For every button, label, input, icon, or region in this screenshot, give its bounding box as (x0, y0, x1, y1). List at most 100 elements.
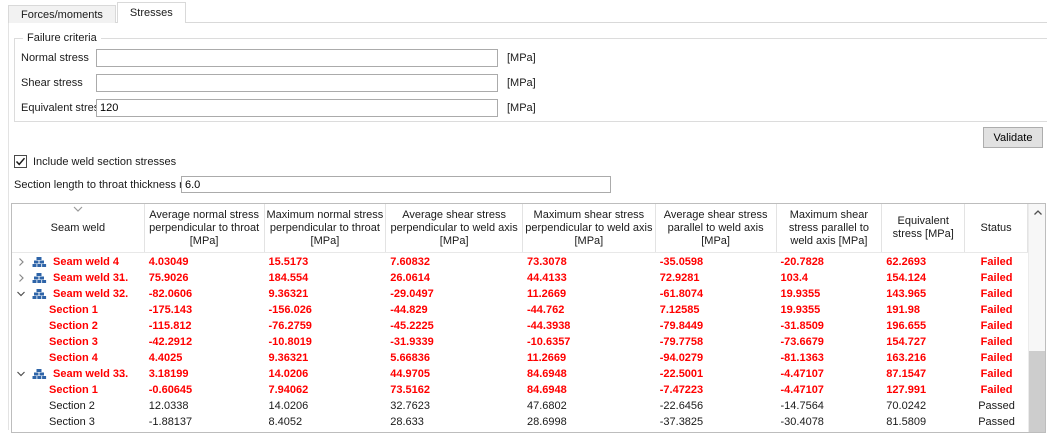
weld-icon (32, 368, 47, 380)
tab-page-left-border (8, 22, 9, 430)
table-row[interactable]: Section 212.033814.020632.762347.6802-22… (12, 398, 1028, 414)
value-cell: 47.6802 (523, 398, 656, 414)
value-cell: -61.8074 (656, 286, 777, 302)
value-cell: -22.5001 (656, 366, 777, 382)
value-cell: -115.812 (145, 318, 265, 334)
value-cell: 44.9705 (386, 366, 523, 382)
seam-weld-cell: Section 1 (12, 382, 145, 398)
scrollbar-thumb[interactable] (1029, 351, 1046, 433)
value-cell: 26.0614 (386, 270, 523, 286)
value-cell: 62.2693 (882, 254, 965, 270)
table-row[interactable]: Section 3-1.881378.405228.63328.6998-37.… (12, 414, 1028, 430)
table-row[interactable]: Section 44.40259.363215.6683611.2669-94.… (12, 350, 1028, 366)
value-cell: 143.965 (882, 286, 965, 302)
equivalent-stress-label: Equivalent stress (21, 102, 105, 114)
truncation-ellipsis: ... (119, 272, 128, 284)
value-cell: -10.8019 (265, 334, 387, 350)
value-cell: 127.991 (882, 382, 965, 398)
value-cell: -1.88137 (145, 414, 265, 430)
column-header-avg-shear-par[interactable]: Average shear stress parallel to weld ax… (656, 204, 777, 252)
normal-stress-unit: [MPa] (507, 52, 536, 64)
value-cell: -7.47223 (656, 382, 777, 398)
value-cell: 11.2669 (523, 350, 656, 366)
seam-weld-cell: Section 3 (12, 414, 145, 430)
scroll-up-button[interactable] (1029, 204, 1046, 221)
table-body: Seam weld 44.0304915.51737.6083273.3078-… (12, 254, 1028, 433)
expand-chevron-icon[interactable] (16, 257, 26, 267)
table-row[interactable]: Section 2-115.812-76.2759-45.2225-44.393… (12, 318, 1028, 334)
table-row[interactable]: Section 1-175.143-156.026-44.829-44.7627… (12, 302, 1028, 318)
include-weld-section-stresses-label: Include weld section stresses (33, 156, 176, 168)
value-cell: -10.6357 (523, 334, 656, 350)
value-cell: -175.143 (145, 302, 265, 318)
table-row[interactable]: Seam weld 31...75.9026184.55426.061444.4… (12, 270, 1028, 286)
value-cell: -22.6456 (656, 398, 777, 414)
row-label: Section 2 (49, 320, 98, 332)
table-row[interactable]: Seam weld 33...3.1819914.020644.970584.6… (12, 366, 1028, 382)
expand-chevron-icon[interactable] (16, 289, 26, 299)
equivalent-stress-input[interactable] (96, 99, 498, 117)
tab-bar: Forces/moments Stresses (8, 2, 187, 23)
column-header-max-normal[interactable]: Maximum normal stress perpendicular to t… (265, 204, 387, 252)
validate-button[interactable]: Validate (983, 127, 1043, 148)
value-cell: 163.216 (882, 350, 965, 366)
tab-stresses[interactable]: Stresses (117, 2, 186, 23)
table-row[interactable]: Section 1-0.606457.9406273.516284.6948-7… (12, 382, 1028, 398)
seam-weld-cell: Section 4 (12, 350, 145, 366)
value-cell: -35.0598 (656, 254, 777, 270)
table-row[interactable]: Section 3-42.2912-10.8019-31.9339-10.635… (12, 334, 1028, 350)
include-weld-section-stresses-row: Include weld section stresses (14, 154, 176, 169)
tab-forces-moments[interactable]: Forces/moments (8, 5, 116, 23)
value-cell: -44.829 (386, 302, 523, 318)
column-header-seam-weld[interactable]: Seam weld (12, 204, 145, 252)
value-cell: -79.8449 (656, 318, 777, 334)
truncation-ellipsis: ... (119, 368, 128, 380)
row-label: Section 3 (49, 336, 98, 348)
expand-chevron-icon[interactable] (16, 273, 26, 283)
checkmark-icon (15, 156, 26, 167)
column-header-avg-normal[interactable]: Average normal stress perpendicular to t… (145, 204, 265, 252)
value-cell: -30.4078 (777, 414, 883, 430)
value-cell: 19.9355 (777, 302, 883, 318)
seam-weld-cell: Seam weld 4 (12, 254, 145, 270)
value-cell: -156.026 (265, 302, 387, 318)
value-cell: -4.47107 (777, 382, 883, 398)
column-header-avg-shear-perp[interactable]: Average shear stress perpendicular to we… (386, 204, 523, 252)
value-cell: 73.5162 (386, 382, 523, 398)
value-cell: 28.6998 (523, 414, 656, 430)
vertical-scrollbar[interactable] (1028, 204, 1045, 432)
row-label: Section 1 (49, 384, 98, 396)
table-row[interactable]: Seam weld 44.0304915.51737.6083273.3078-… (12, 254, 1028, 270)
column-header-max-shear-perp[interactable]: Maximum shear stress perpendicular to we… (523, 204, 656, 252)
value-cell: 11.2669 (523, 286, 656, 302)
value-cell: -0.60645 (145, 382, 265, 398)
value-cell: 7.60832 (386, 254, 523, 270)
value-cell: 154.727 (882, 334, 965, 350)
table-row[interactable]: Seam weld 32...-82.06069.36321-29.049711… (12, 286, 1028, 302)
value-cell: 154.124 (882, 270, 965, 286)
value-cell: 5.66836 (386, 350, 523, 366)
row-label: Seam weld 4 (53, 256, 119, 268)
column-header-status[interactable]: Status (965, 204, 1028, 252)
normal-stress-input[interactable] (96, 49, 498, 67)
value-cell: 9.36321 (265, 350, 387, 366)
value-cell: 44.4133 (523, 270, 656, 286)
include-weld-section-stresses-checkbox[interactable] (14, 155, 27, 168)
value-cell: -79.7758 (656, 334, 777, 350)
expand-chevron-icon[interactable] (16, 369, 26, 379)
ratio-input[interactable] (181, 176, 611, 193)
shear-stress-input[interactable] (96, 74, 498, 92)
column-header-equivalent[interactable]: Equivalent stress [MPa] (882, 204, 965, 252)
value-cell: -44.762 (523, 302, 656, 318)
column-header-max-shear-par[interactable]: Maximum shear stress parallel to weld ax… (777, 204, 883, 252)
value-cell: -4.47107 (777, 366, 883, 382)
value-cell: -29.0497 (386, 286, 523, 302)
value-cell: -44.3938 (523, 318, 656, 334)
value-cell: 14.0206 (265, 366, 387, 382)
value-cell: 32.7623 (386, 398, 523, 414)
value-cell: 191.98 (882, 302, 965, 318)
weld-icon (32, 256, 47, 268)
row-label: Seam weld 33 (53, 368, 125, 380)
shear-stress-unit: [MPa] (507, 77, 536, 89)
value-cell: 7.94062 (265, 382, 387, 398)
